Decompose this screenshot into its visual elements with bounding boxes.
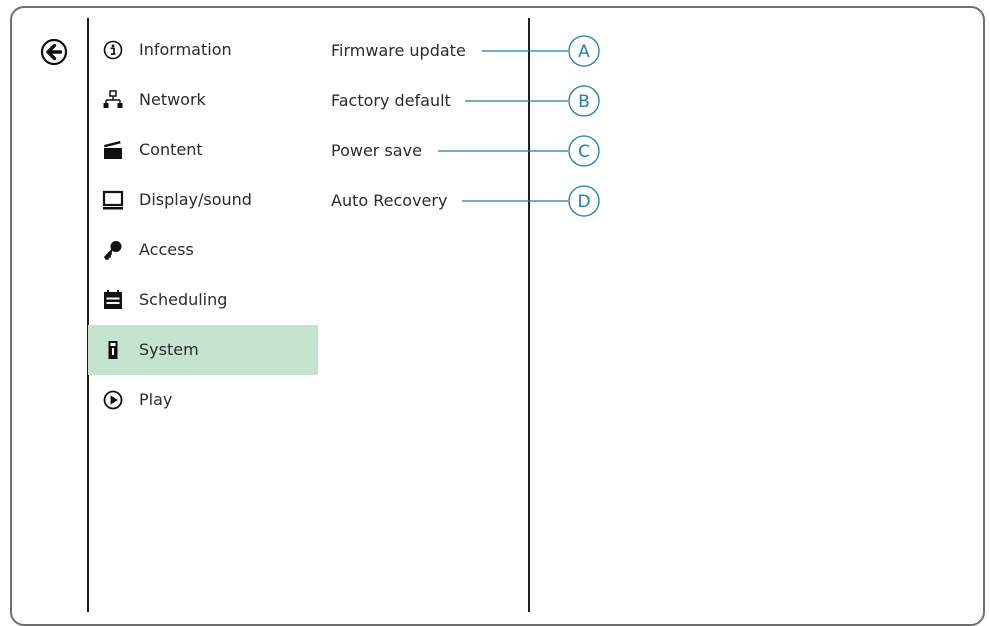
menu-item-label: Access xyxy=(139,240,194,259)
menu-item-label: Content xyxy=(139,140,203,159)
menu-item-label: Play xyxy=(139,390,173,409)
play-circle-icon xyxy=(103,390,123,410)
info-circle-icon xyxy=(103,40,123,60)
menu-item-display-sound[interactable]: Display/sound xyxy=(88,175,318,225)
menu-item-play[interactable]: Play xyxy=(88,375,318,425)
menu-item-label: Scheduling xyxy=(139,290,228,309)
calendar-icon xyxy=(104,290,122,309)
arrow-left-circle-icon xyxy=(40,38,68,66)
submenu-item-auto-recovery[interactable]: Auto Recovery xyxy=(331,190,447,212)
network-icon xyxy=(103,90,123,108)
submenu-item-factory-default[interactable]: Factory default xyxy=(331,90,451,112)
back-button[interactable] xyxy=(39,37,69,67)
menu-item-scheduling[interactable]: Scheduling xyxy=(88,275,318,325)
menu-item-label: System xyxy=(139,340,199,359)
submenu-divider xyxy=(528,18,530,612)
menu-item-label: Network xyxy=(139,90,206,109)
menu-item-network[interactable]: Network xyxy=(88,75,318,125)
monitor-icon xyxy=(102,190,124,210)
menu-item-label: Information xyxy=(139,40,232,59)
system-device-icon xyxy=(108,341,118,359)
menu-item-label: Display/sound xyxy=(139,190,252,209)
key-icon xyxy=(104,241,122,260)
menu-item-content[interactable]: Content xyxy=(88,125,318,175)
clapperboard-icon xyxy=(104,141,122,159)
submenu-item-firmware-update[interactable]: Firmware update xyxy=(331,40,466,62)
menu-item-information[interactable]: Information xyxy=(88,25,318,75)
menu-item-system[interactable]: System xyxy=(88,325,318,375)
menu-item-access[interactable]: Access xyxy=(88,225,318,275)
submenu-item-power-save[interactable]: Power save xyxy=(331,140,422,162)
